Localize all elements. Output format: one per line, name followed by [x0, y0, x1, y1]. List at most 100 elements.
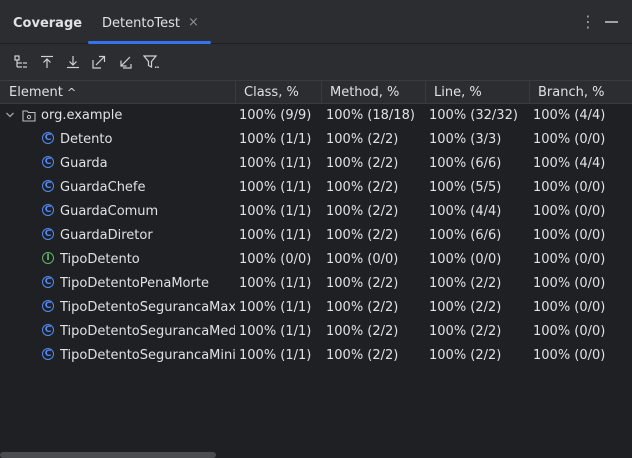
- branch-coverage: 100% (0/0): [533, 324, 606, 339]
- branch-coverage: 100% (0/0): [533, 204, 606, 219]
- package-name: org.example: [41, 108, 123, 123]
- method-coverage: 100% (2/2): [326, 324, 399, 339]
- filter-icon[interactable]: [141, 52, 161, 72]
- element-name: TipoDetentoSegurancaMaxi: [60, 300, 235, 315]
- method-coverage: 100% (2/2): [326, 228, 399, 243]
- class-coverage: 100% (1/1): [239, 180, 312, 195]
- horizontal-scrollbar-thumb[interactable]: [0, 452, 216, 458]
- class-coverage: 100% (1/1): [239, 132, 312, 147]
- class-coverage: 100% (1/1): [239, 276, 312, 291]
- element-name: Guarda: [60, 156, 108, 171]
- branch-coverage: 100% (0/0): [533, 348, 606, 363]
- line-coverage: 100% (3/3): [429, 132, 502, 147]
- go-down-icon[interactable]: [63, 52, 83, 72]
- class-coverage: 100% (1/1): [239, 156, 312, 171]
- export-icon[interactable]: [89, 52, 109, 72]
- method-coverage: 100% (0/0): [326, 252, 399, 267]
- branch-coverage: 100% (0/0): [533, 300, 606, 315]
- method-coverage: 100% (2/2): [326, 180, 399, 195]
- element-name: TipoDetentoSegurancaMedi: [60, 324, 235, 339]
- column-header-method[interactable]: Method, %: [330, 85, 399, 100]
- class-coverage: 100% (1/1): [239, 228, 312, 243]
- line-coverage: 100% (2/2): [429, 348, 502, 363]
- line-coverage: 100% (6/6): [429, 228, 502, 243]
- class-icon: C: [42, 204, 54, 216]
- go-up-icon[interactable]: [37, 52, 57, 72]
- class-coverage: 100% (1/1): [239, 348, 312, 363]
- element-name: TipoDetentoPenaMorte: [60, 276, 209, 291]
- element-name: Detento: [60, 132, 113, 147]
- column-divider[interactable]: [235, 81, 236, 103]
- table-header: Element ^ Class, % Method, % Line, % Bra…: [0, 80, 632, 104]
- class-icon: C: [42, 228, 54, 240]
- branch-coverage: 100% (0/0): [533, 180, 606, 195]
- enum-icon: I: [42, 252, 54, 264]
- class-icon: C: [42, 276, 54, 288]
- minimize-icon[interactable]: [605, 21, 618, 23]
- method-coverage: 100% (2/2): [326, 204, 399, 219]
- column-header-class[interactable]: Class, %: [244, 85, 299, 100]
- line-coverage: 100% (5/5): [429, 180, 502, 195]
- element-name: GuardaDiretor: [60, 228, 153, 243]
- line-coverage: 100% (0/0): [429, 252, 502, 267]
- table-row[interactable]: C GuardaComum 100% (1/1) 100% (2/2) 100%…: [0, 200, 632, 224]
- class-icon: C: [42, 300, 54, 312]
- column-divider[interactable]: [425, 81, 426, 103]
- branch-coverage: 100% (4/4): [533, 156, 606, 171]
- branch-coverage: 100% (0/0): [533, 132, 606, 147]
- class-coverage: 100% (1/1): [239, 324, 312, 339]
- tab-detentotest[interactable]: DetentoTest: [102, 16, 180, 31]
- method-coverage: 100% (18/18): [326, 108, 415, 123]
- element-name: GuardaComum: [60, 204, 159, 219]
- table-row[interactable]: C GuardaChefe 100% (1/1) 100% (2/2) 100%…: [0, 176, 632, 200]
- branch-coverage: 100% (0/0): [533, 276, 606, 291]
- method-coverage: 100% (2/2): [326, 300, 399, 315]
- table-row[interactable]: C TipoDetentoSegurancaMedi 100% (1/1) 10…: [0, 320, 632, 344]
- column-divider[interactable]: [529, 81, 530, 103]
- class-icon: C: [42, 180, 54, 192]
- method-coverage: 100% (2/2): [326, 276, 399, 291]
- column-header-branch[interactable]: Branch, %: [538, 85, 604, 100]
- class-coverage: 100% (1/1): [239, 204, 312, 219]
- class-icon: C: [42, 324, 54, 336]
- class-icon: C: [42, 348, 54, 360]
- class-coverage: 100% (1/1): [239, 300, 312, 315]
- element-name: TipoDetento: [60, 252, 140, 267]
- table-row[interactable]: C Detento 100% (1/1) 100% (2/2) 100% (3/…: [0, 128, 632, 152]
- table-row[interactable]: C TipoDetentoSegurancaMinir 100% (1/1) 1…: [0, 344, 632, 368]
- branch-coverage: 100% (0/0): [533, 252, 606, 267]
- column-header-line[interactable]: Line, %: [434, 85, 482, 100]
- sort-ascending-icon: ^: [66, 86, 77, 99]
- class-icon: C: [42, 132, 54, 144]
- element-name: GuardaChefe: [60, 180, 146, 195]
- branch-coverage: 100% (0/0): [533, 228, 606, 243]
- line-coverage: 100% (2/2): [429, 276, 502, 291]
- line-coverage: 100% (2/2): [429, 324, 502, 339]
- table-row[interactable]: I TipoDetento 100% (0/0) 100% (0/0) 100%…: [0, 248, 632, 272]
- coverage-toolbar: [0, 44, 632, 80]
- line-coverage: 100% (4/4): [429, 204, 502, 219]
- table-row[interactable]: C TipoDetentoSegurancaMaxi 100% (1/1) 10…: [0, 296, 632, 320]
- close-tab-icon[interactable]: ×: [188, 15, 199, 30]
- line-coverage: 100% (32/32): [429, 108, 518, 123]
- chevron-down-icon[interactable]: [5, 109, 15, 124]
- table-row[interactable]: C TipoDetentoPenaMorte 100% (1/1) 100% (…: [0, 272, 632, 296]
- branch-coverage: 100% (4/4): [533, 108, 606, 123]
- more-options-icon[interactable]: ⋮: [580, 14, 596, 30]
- tool-window-header: Coverage DetentoTest × ⋮: [0, 0, 632, 44]
- method-coverage: 100% (2/2): [326, 156, 399, 171]
- element-name: TipoDetentoSegurancaMinir: [60, 348, 235, 363]
- column-header-element[interactable]: Element ^: [9, 85, 76, 100]
- method-coverage: 100% (2/2): [326, 132, 399, 147]
- line-coverage: 100% (6/6): [429, 156, 502, 171]
- class-coverage: 100% (9/9): [239, 108, 312, 123]
- tool-window-title: Coverage: [13, 16, 83, 31]
- column-divider[interactable]: [321, 81, 322, 103]
- table-row[interactable]: C GuardaDiretor 100% (1/1) 100% (2/2) 10…: [0, 224, 632, 248]
- flatten-packages-icon[interactable]: [11, 52, 31, 72]
- import-icon[interactable]: [115, 52, 135, 72]
- package-icon: [22, 109, 36, 126]
- table-row[interactable]: C Guarda 100% (1/1) 100% (2/2) 100% (6/6…: [0, 152, 632, 176]
- package-row[interactable]: org.example 100% (9/9) 100% (18/18) 100%…: [0, 104, 632, 128]
- class-coverage: 100% (0/0): [239, 252, 312, 267]
